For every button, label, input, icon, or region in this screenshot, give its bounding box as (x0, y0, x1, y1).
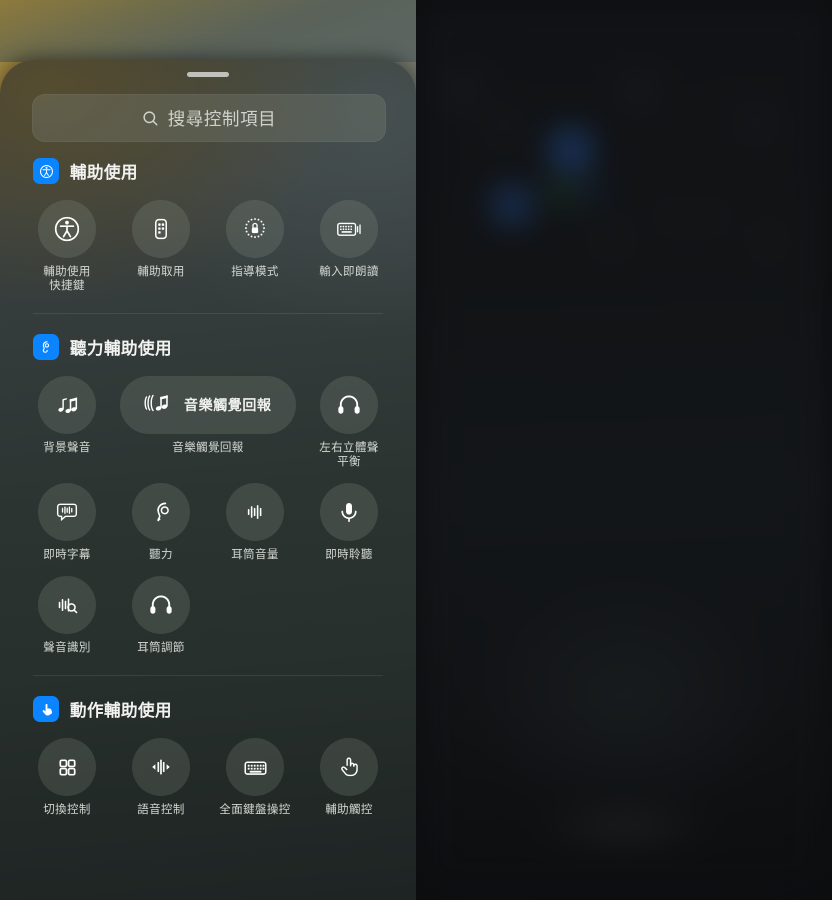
control-tile-label: 輔助使用 快捷鍵 (43, 266, 91, 292)
control-tile-label: 音樂觸覺回報 (172, 442, 244, 454)
control-tile-full-keyboard-access[interactable]: 全面鍵盤操控 (208, 738, 302, 817)
control-tile-label: 左右立體聲 平衡 (319, 442, 379, 468)
control-tile-live-listen[interactable]: 即時聆聽 (302, 483, 396, 562)
control-tile-label: 耳筒音量 (231, 549, 279, 561)
section-title: 動作輔助使用 (70, 702, 172, 720)
guided-access-lock-icon (226, 200, 284, 258)
live-listen-mic-icon (320, 483, 378, 541)
control-tile-label: 指導模式 (231, 266, 279, 278)
live-captions-icon (38, 483, 96, 541)
ear-accessibility-icon (33, 334, 59, 360)
type-to-speak-keyboard-icon (320, 200, 378, 258)
control-tile-live-captions[interactable]: 即時字幕 (20, 483, 114, 562)
music-haptics-icon (142, 390, 174, 421)
control-tile-headphone-accommodations[interactable]: 耳筒調節 (114, 576, 208, 655)
control-tile-music-haptics[interactable]: 音樂觸覺回報 音樂觸覺回報 (114, 376, 302, 469)
control-tile-row: 輔助使用 快捷鍵 輔助取用 指導模式 輸入即朗讀 (0, 200, 416, 293)
control-tile-headphone-volume[interactable]: 耳筒音量 (208, 483, 302, 562)
control-tile-assistive-touch[interactable]: 輔助觸控 (302, 738, 396, 817)
left-phone-screenshot: 搜尋控制項目 輔助使用 輔助使用 快捷鍵 輔助取用 指導模式 輸入即朗讀 聽力輔… (0, 0, 416, 900)
section-header-hearing: 聽力輔助使用 (0, 332, 416, 362)
control-tile-switch-control[interactable]: 切換控制 (20, 738, 114, 817)
hearing-ear-icon (132, 483, 190, 541)
control-tile-label: 切換控制 (43, 804, 91, 816)
control-center-add-controls-sheet: 搜尋控制項目 輔助使用 輔助使用 快捷鍵 輔助取用 指導模式 輸入即朗讀 聽力輔… (0, 60, 416, 900)
control-tile-row: 背景聲音 音樂觸覺回報 音樂觸覺回報 左右立體聲 平衡 (0, 376, 416, 469)
control-tile-label: 背景聲音 (43, 442, 91, 454)
background-sounds-notes-icon (38, 376, 96, 434)
control-tile-label: 即時聆聽 (325, 549, 373, 561)
control-tile-type-to-speak[interactable]: 輸入即朗讀 (302, 200, 396, 293)
sheet-grabber-handle[interactable] (187, 72, 229, 77)
control-tile-hearing[interactable]: 聽力 (114, 483, 208, 562)
music-haptics-pill[interactable]: 音樂觸覺回報 (120, 376, 296, 434)
control-tile-voice-control[interactable]: 語音控制 (114, 738, 208, 817)
wallpaper-backdrop (0, 0, 416, 62)
control-tile-label: 輔助觸控 (325, 804, 373, 816)
section-header-motor: 動作輔助使用 (0, 694, 416, 724)
section-divider (33, 313, 383, 314)
control-tile-label: 聽力 (149, 549, 173, 561)
section-title: 輔助使用 (70, 164, 138, 182)
section-header-accessibility: 輔助使用 (0, 156, 416, 186)
assistive-touch-icon (320, 738, 378, 796)
sound-recognition-icon (38, 576, 96, 634)
right-phone-screenshot: Shortcuts Shortcuts Quickly run one of y… (416, 0, 832, 900)
control-tile-label: 輔助取用 (137, 266, 185, 278)
control-tile-accessibility-shortcut[interactable]: 輔助使用 快捷鍵 (20, 200, 114, 293)
search-placeholder-text: 搜尋控制項目 (167, 108, 277, 129)
control-tile-label: 輸入即朗讀 (319, 266, 379, 278)
controls-scroll-area[interactable]: 輔助使用 輔助使用 快捷鍵 輔助取用 指導模式 輸入即朗讀 聽力輔助使用 背景聲… (0, 156, 416, 900)
control-tile-label: 語音控制 (137, 804, 185, 816)
control-tile-sound-recognition[interactable]: 聲音識別 (20, 576, 114, 655)
section-title: 聽力輔助使用 (70, 340, 172, 358)
headphone-accommodations-icon (132, 576, 190, 634)
control-tile-row: 切換控制 語音控制 全面鍵盤操控 輔助觸控 (0, 738, 416, 817)
switch-control-grid-icon (38, 738, 96, 796)
voice-control-icon (132, 738, 190, 796)
assistive-access-icon (132, 200, 190, 258)
blurred-home-screen-backdrop (416, 0, 832, 900)
accessibility-person-icon (38, 200, 96, 258)
pointer-hand-icon (33, 696, 59, 722)
music-haptics-pill-label: 音樂觸覺回報 (184, 397, 272, 413)
control-tile-assistive-access[interactable]: 輔助取用 (114, 200, 208, 293)
control-tile-label: 聲音識別 (43, 642, 91, 654)
control-tile-row: 聲音識別 耳筒調節 (0, 576, 416, 655)
full-keyboard-access-icon (226, 738, 284, 796)
search-input[interactable]: 搜尋控制項目 (32, 94, 386, 142)
headphones-icon (320, 376, 378, 434)
control-tile-label: 耳筒調節 (137, 642, 185, 654)
control-tile-guided-access[interactable]: 指導模式 (208, 200, 302, 293)
headphone-volume-icon (226, 483, 284, 541)
accessibility-icon (33, 158, 59, 184)
section-divider (33, 675, 383, 676)
search-icon (142, 110, 159, 127)
control-tile-row: 即時字幕 聽力 耳筒音量 即時聆聽 (0, 483, 416, 562)
control-tile-label: 即時字幕 (43, 549, 91, 561)
control-tile-stereo-balance[interactable]: 左右立體聲 平衡 (302, 376, 396, 469)
control-tile-label: 全面鍵盤操控 (219, 804, 291, 816)
control-tile-background-sounds[interactable]: 背景聲音 (20, 376, 114, 469)
screenshot-stage: 搜尋控制項目 輔助使用 輔助使用 快捷鍵 輔助取用 指導模式 輸入即朗讀 聽力輔… (0, 0, 832, 900)
